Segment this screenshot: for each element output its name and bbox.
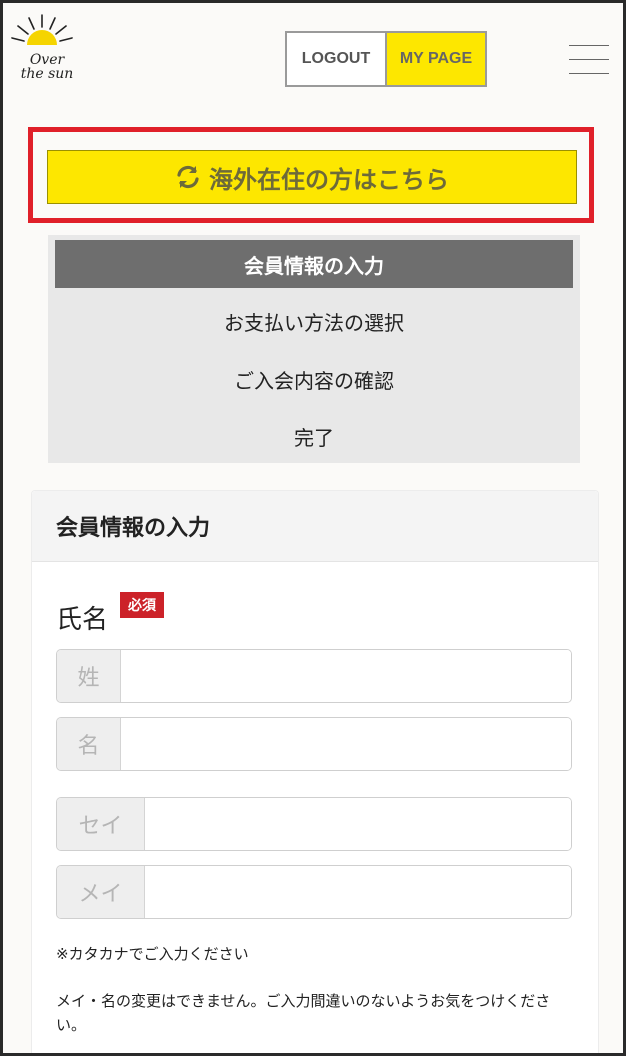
panel-title: 会員情報の入力 (32, 491, 598, 562)
first-name-field: 名 (56, 717, 572, 771)
first-name-kana-addon: メイ (57, 866, 145, 918)
logo-text: Over the sun (20, 52, 74, 82)
highlight-box: 海外在住の方はこちら (28, 127, 594, 223)
member-info-panel: 会員情報の入力 氏名 必須 姓 名 セイ メイ ※カタカナでご入力ください メイ… (31, 490, 599, 1053)
first-name-addon: 名 (57, 718, 121, 770)
hamburger-menu-icon[interactable] (569, 43, 609, 75)
step-member-info: 会員情報の入力 (55, 240, 573, 288)
name-label: 氏名 (56, 605, 109, 635)
logo[interactable]: Over the sun (7, 13, 77, 95)
name-change-note: メイ・名の変更はできません。ご入力間違いのないようお気をつけください。 (56, 992, 551, 1034)
page-frame: Over the sun LOGOUT MY PAGE 海外在住の方はこちら 会… (0, 0, 626, 1056)
overseas-button-label: 海外在住の方はこちら (209, 165, 449, 194)
step-confirm: ご入会内容の確認 (234, 368, 394, 393)
last-name-field: 姓 (56, 649, 572, 703)
last-name-input[interactable] (121, 650, 571, 702)
refresh-icon (177, 165, 199, 189)
last-name-kana-field: セイ (56, 797, 572, 851)
first-name-kana-input[interactable] (145, 866, 571, 918)
step-complete: 完了 (294, 425, 334, 450)
last-name-kana-addon: セイ (57, 798, 145, 850)
first-name-input[interactable] (121, 718, 571, 770)
required-badge: 必須 (120, 592, 164, 618)
mypage-button[interactable]: MY PAGE (387, 33, 485, 85)
last-name-kana-input[interactable] (145, 798, 571, 850)
last-name-addon: 姓 (57, 650, 121, 702)
step-payment: お支払い方法の選択 (224, 310, 404, 335)
first-name-kana-field: メイ (56, 865, 572, 919)
sun-icon (11, 14, 73, 45)
overseas-residence-button[interactable]: 海外在住の方はこちら (47, 150, 577, 204)
logout-button[interactable]: LOGOUT (287, 33, 387, 85)
header-buttons: LOGOUT MY PAGE (285, 31, 487, 87)
katakana-note: ※カタカナでご入力ください (56, 945, 249, 963)
registration-steps: 会員情報の入力 お支払い方法の選択 ご入会内容の確認 完了 (48, 235, 580, 463)
